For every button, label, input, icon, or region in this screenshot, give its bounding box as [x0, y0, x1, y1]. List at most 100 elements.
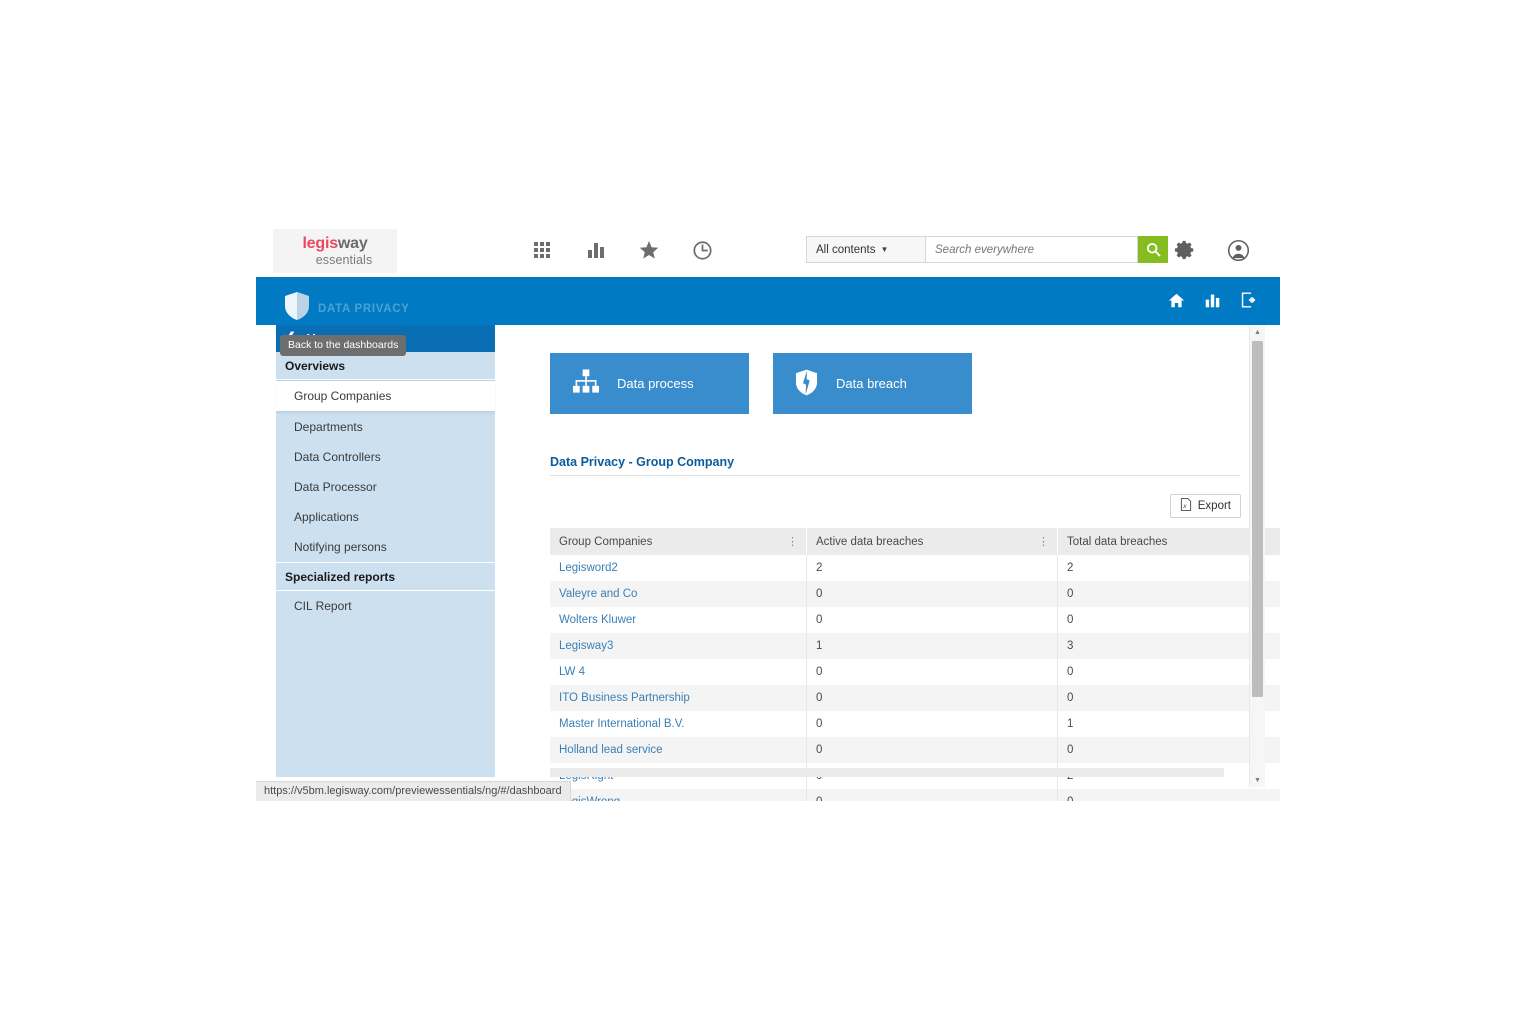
- scroll-up-arrow-icon[interactable]: ▲: [1250, 325, 1265, 339]
- sidebar-item-label: Data Processor: [294, 480, 377, 494]
- cell-active-breaches: 0: [807, 659, 1058, 685]
- shortcut-tiles: Data process Data breach: [550, 353, 972, 414]
- bar-chart-icon[interactable]: [1202, 290, 1222, 310]
- column-header-total-data-breaches[interactable]: Total data breaches ⋮: [1058, 528, 1281, 555]
- cell-company-name[interactable]: Legisway3: [550, 633, 807, 659]
- search-scope-label: All contents: [816, 244, 875, 256]
- table-row[interactable]: Holland lead service 0 0: [550, 737, 1280, 763]
- sidebar-item-label: CIL Report: [294, 599, 352, 613]
- browser-status-bar: https://v5bm.legisway.com/previewessenti…: [256, 781, 571, 801]
- module-header-bar: DATA PRIVACY Back to the dashboards: [256, 277, 1280, 325]
- cell-total-breaches: 0: [1058, 685, 1281, 711]
- logo-text-legis: legis: [302, 235, 337, 252]
- sidebar-item-label: Departments: [294, 420, 363, 434]
- sidebar-item-group-companies[interactable]: Group Companies: [276, 380, 495, 412]
- table-row[interactable]: Master International B.V. 0 1: [550, 711, 1280, 737]
- sidebar-group-overviews: Overviews: [276, 352, 495, 380]
- sidebar-item-notifying-persons[interactable]: Notifying persons: [276, 532, 495, 562]
- cell-active-breaches: 0: [807, 607, 1058, 633]
- table-row[interactable]: Wolters Kluwer 0 0: [550, 607, 1280, 633]
- table-row[interactable]: Valeyre and Co 0 0: [550, 581, 1280, 607]
- column-header-label: Active data breaches: [816, 536, 923, 548]
- table-footer-bar: [550, 768, 1224, 777]
- cell-total-breaches: 2: [1058, 555, 1281, 581]
- cell-active-breaches: 1: [807, 633, 1058, 659]
- gear-icon[interactable]: [1171, 236, 1199, 264]
- cell-company-name[interactable]: Master International B.V.: [550, 711, 807, 737]
- module-actions: [1166, 290, 1258, 310]
- top-toolbar: legisway essentials: [256, 225, 1280, 278]
- global-search-group: All contents ▼: [806, 236, 1168, 263]
- column-header-active-data-breaches[interactable]: Active data breaches ⋮: [807, 528, 1058, 555]
- bar-chart-icon[interactable]: [582, 236, 610, 264]
- sidebar-item-label: Notifying persons: [294, 540, 387, 554]
- cell-active-breaches: 2: [807, 555, 1058, 581]
- group-companies-table: Group Companies ⋮ Active data breaches ⋮…: [550, 528, 1280, 801]
- sidebar-item-label: Data Controllers: [294, 450, 381, 464]
- cell-company-name[interactable]: Wolters Kluwer: [550, 607, 807, 633]
- logo-subtitle: essentials: [316, 254, 373, 267]
- table-row[interactable]: ITO Business Partnership 0 0: [550, 685, 1280, 711]
- sidebar-item-data-processor[interactable]: Data Processor: [276, 472, 495, 502]
- page-title: Data Privacy - Group Company: [550, 455, 734, 469]
- sidebar-item-cil-report[interactable]: CIL Report: [276, 591, 495, 621]
- logo-wordmark: legisway: [302, 236, 367, 252]
- table-row[interactable]: LegisWrong 0 0: [550, 789, 1280, 801]
- scrollbar-thumb[interactable]: [1252, 341, 1263, 697]
- apps-grid-icon[interactable]: [529, 236, 557, 264]
- tile-label: Data process: [617, 376, 694, 391]
- sidebar-item-applications[interactable]: Applications: [276, 502, 495, 532]
- application-body: ❮ Home Overviews Group Companies Departm…: [256, 325, 1280, 801]
- search-input[interactable]: [926, 236, 1138, 263]
- sidebar-group-title: Specialized reports: [285, 570, 395, 584]
- sidebar-item-label: Applications: [294, 510, 359, 524]
- chevron-down-icon: ▼: [880, 245, 888, 254]
- cell-total-breaches: 0: [1058, 581, 1281, 607]
- broken-shield-icon: [795, 369, 818, 399]
- column-menu-icon[interactable]: ⋮: [1038, 540, 1049, 544]
- star-icon[interactable]: [635, 236, 663, 264]
- sidebar-item-data-controllers[interactable]: Data Controllers: [276, 442, 495, 472]
- scroll-down-arrow-icon[interactable]: ▼: [1250, 773, 1265, 787]
- table-row[interactable]: LW 4 0 0: [550, 659, 1280, 685]
- cell-company-name[interactable]: LegisWrong: [550, 789, 807, 801]
- search-submit-button[interactable]: [1138, 236, 1168, 263]
- cell-active-breaches: 0: [807, 581, 1058, 607]
- vertical-scrollbar[interactable]: ▲ ▼: [1249, 325, 1265, 787]
- main-content: Data process Data breach Data Privacy - …: [495, 325, 1265, 787]
- excel-file-icon: x: [1180, 498, 1192, 514]
- export-button[interactable]: x Export: [1170, 494, 1241, 518]
- cell-company-name[interactable]: Legisword2: [550, 555, 807, 581]
- sidebar-item-label: Group Companies: [294, 389, 391, 403]
- cell-company-name[interactable]: Valeyre and Co: [550, 581, 807, 607]
- export-button-label: Export: [1198, 500, 1231, 512]
- legisway-logo[interactable]: legisway essentials: [273, 229, 397, 273]
- avatar[interactable]: [1224, 236, 1252, 264]
- cell-active-breaches: 0: [807, 737, 1058, 763]
- sidebar-item-departments[interactable]: Departments: [276, 412, 495, 442]
- search-scope-select[interactable]: All contents ▼: [806, 236, 926, 263]
- svg-text:x: x: [1182, 503, 1187, 510]
- back-to-dashboards-tooltip: Back to the dashboards: [280, 335, 406, 356]
- home-icon[interactable]: [1166, 290, 1186, 310]
- cell-company-name[interactable]: LW 4: [550, 659, 807, 685]
- sitemap-icon: [572, 369, 599, 398]
- column-header-label: Group Companies: [559, 536, 652, 548]
- table-row[interactable]: Legisword2 2 2: [550, 555, 1280, 581]
- module-identity[interactable]: DATA PRIVACY: [284, 291, 410, 326]
- cell-company-name[interactable]: Holland lead service: [550, 737, 807, 763]
- logo-text-way: way: [338, 235, 368, 252]
- column-menu-icon[interactable]: ⋮: [787, 540, 798, 544]
- tile-label: Data breach: [836, 376, 907, 391]
- tile-data-process[interactable]: Data process: [550, 353, 749, 414]
- module-title-label: DATA PRIVACY: [318, 303, 410, 315]
- sidebar-group-title: Overviews: [285, 359, 345, 373]
- cell-company-name[interactable]: ITO Business Partnership: [550, 685, 807, 711]
- tile-data-breach[interactable]: Data breach: [773, 353, 972, 414]
- clock-icon[interactable]: [688, 236, 716, 264]
- logout-icon[interactable]: [1238, 290, 1258, 310]
- table-row[interactable]: Legisway3 1 3: [550, 633, 1280, 659]
- sidebar-navigation: ❮ Home Overviews Group Companies Departm…: [276, 325, 495, 777]
- table-body: Legisword2 2 2 Valeyre and Co 0 0 Wolter…: [550, 555, 1280, 801]
- column-header-group-companies[interactable]: Group Companies ⋮: [550, 528, 807, 555]
